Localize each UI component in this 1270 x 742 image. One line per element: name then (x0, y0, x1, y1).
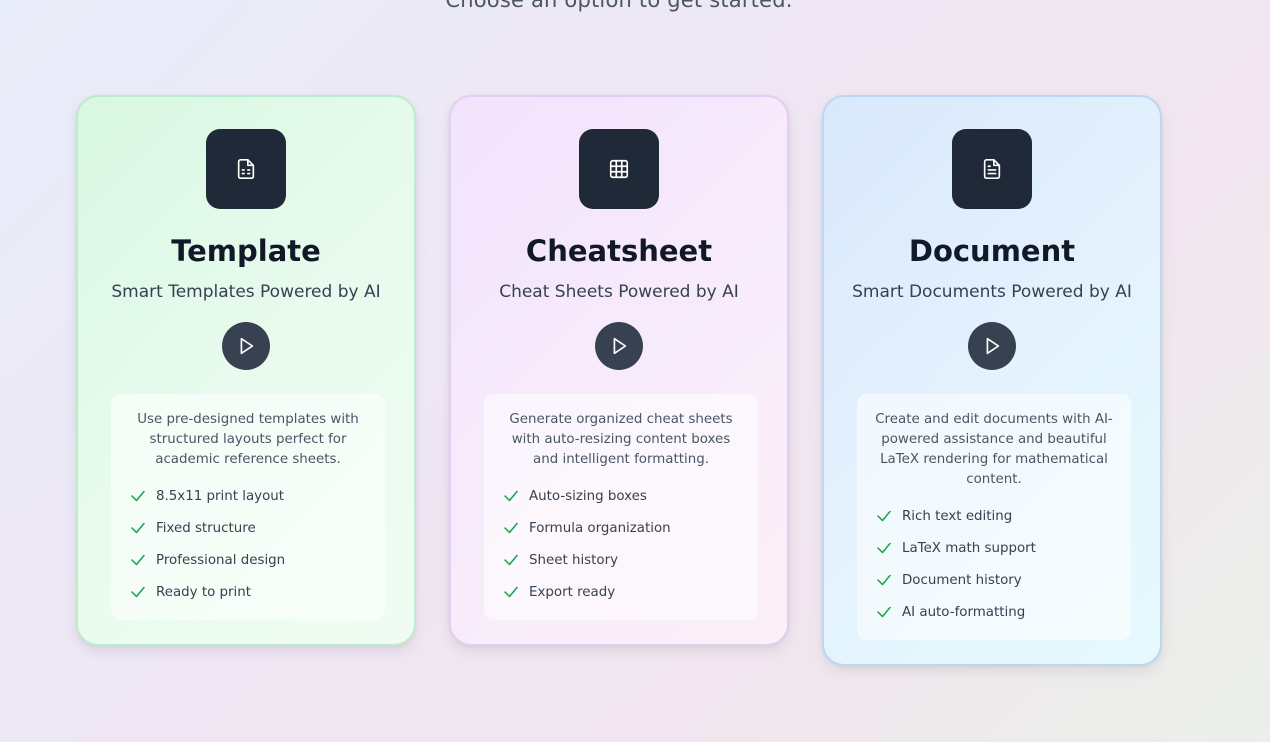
feature-list: Auto-sizing boxes Formula organization S… (502, 480, 740, 608)
feature-item: LaTeX math support (875, 532, 1113, 564)
feature-item: Professional design (129, 544, 367, 576)
feature-item: Export ready (502, 576, 740, 608)
play-button[interactable] (968, 322, 1016, 370)
feature-item: Fixed structure (129, 512, 367, 544)
feature-list: 8.5x11 print layout Fixed structure Prof… (129, 480, 367, 608)
feature-label: Formula organization (529, 520, 671, 536)
feature-label: 8.5x11 print layout (156, 488, 285, 504)
grid-table-icon (579, 129, 659, 209)
check-icon (877, 542, 891, 554)
check-icon (131, 586, 145, 598)
play-icon (986, 337, 1000, 355)
feature-item: Ready to print (129, 576, 367, 608)
feature-label: Auto-sizing boxes (529, 488, 647, 504)
feature-item: AI auto-formatting (875, 596, 1113, 628)
feature-item: Formula organization (502, 512, 740, 544)
file-text-icon (952, 129, 1032, 209)
card-tagline: Smart Documents Powered by AI (852, 282, 1132, 302)
card-title: Template (171, 234, 321, 268)
play-icon (240, 337, 254, 355)
card-title: Document (908, 234, 1076, 268)
check-icon (131, 490, 145, 502)
feature-label: Professional design (156, 552, 286, 568)
feature-label: Sheet history (529, 552, 619, 568)
play-button[interactable] (222, 322, 270, 370)
card-title: Cheatsheet (525, 234, 713, 268)
check-icon (504, 554, 518, 566)
template-card[interactable]: Template Smart Templates Powered by AI U… (76, 95, 416, 646)
feature-label: Fixed structure (156, 520, 256, 536)
feature-label: Ready to print (156, 584, 251, 600)
cheatsheet-card[interactable]: Cheatsheet Cheat Sheets Powered by AI Ge… (449, 95, 789, 646)
check-icon (877, 510, 891, 522)
feature-label: Document history (902, 572, 1022, 588)
card-description: Use pre-designed templates with structur… (137, 412, 359, 467)
check-icon (504, 490, 518, 502)
play-button[interactable] (595, 322, 643, 370)
check-icon (877, 606, 891, 618)
card-description: Generate organized cheat sheets with aut… (509, 412, 733, 467)
feature-item: 8.5x11 print layout (129, 480, 367, 512)
feature-label: LaTeX math support (902, 540, 1036, 556)
info-box: Generate organized cheat sheets with aut… (484, 394, 758, 620)
feature-item: Document history (875, 564, 1113, 596)
info-box: Create and edit documents with AI-powere… (857, 394, 1131, 640)
card-tagline: Smart Templates Powered by AI (111, 282, 381, 302)
card-description: Create and edit documents with AI-powere… (875, 412, 1113, 487)
info-box: Use pre-designed templates with structur… (111, 394, 385, 620)
page-subtitle: Choose an option to get started. (445, 0, 793, 12)
feature-label: AI auto-formatting (902, 604, 1026, 620)
document-card[interactable]: Document Smart Documents Powered by AI C… (822, 95, 1162, 666)
feature-label: Export ready (529, 584, 616, 600)
feature-item: Rich text editing (875, 500, 1113, 532)
file-spreadsheet-icon (206, 129, 286, 209)
feature-list: Rich text editing LaTeX math support Doc… (875, 500, 1113, 628)
check-icon (877, 574, 891, 586)
check-icon (504, 586, 518, 598)
check-icon (131, 554, 145, 566)
feature-item: Sheet history (502, 544, 740, 576)
card-tagline: Cheat Sheets Powered by AI (499, 282, 739, 302)
play-icon (613, 337, 627, 355)
feature-item: Auto-sizing boxes (502, 480, 740, 512)
check-icon (504, 522, 518, 534)
check-icon (131, 522, 145, 534)
feature-label: Rich text editing (902, 508, 1013, 524)
